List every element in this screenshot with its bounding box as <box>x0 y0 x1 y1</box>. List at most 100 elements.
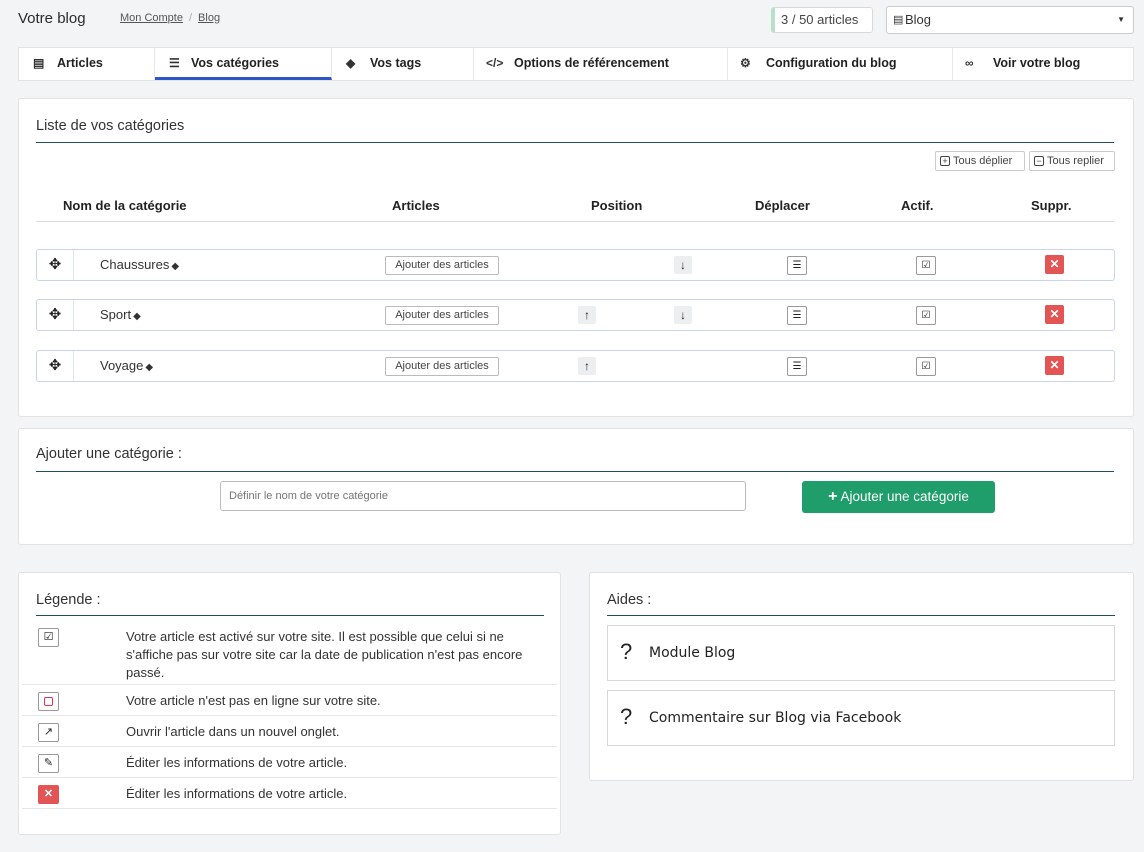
checkbox-empty-icon <box>38 692 59 711</box>
column-header-articles: Articles <box>392 198 440 213</box>
code-icon: </> <box>486 56 504 70</box>
tags-icon: ◆ <box>346 56 356 70</box>
tab-label: Configuration du blog <box>766 56 897 70</box>
legend-item: ↗ Ouvrir l'article dans un nouvel onglet… <box>22 716 557 747</box>
legend-text: Votre article n'est pas en ligne sur vot… <box>126 693 381 708</box>
question-icon: ? <box>620 639 633 664</box>
tab-label: Vos catégories <box>191 56 280 70</box>
tab-options-referencement[interactable]: </> Options de référencement <box>474 48 728 80</box>
add-articles-button[interactable]: Ajouter des articles <box>385 306 499 325</box>
help-item-label: Module Blog <box>649 645 736 661</box>
legend-text: Éditer les informations de votre article… <box>126 786 348 801</box>
column-header-name: Nom de la catégorie <box>63 198 187 213</box>
checkbox-checked-icon[interactable]: ☑ <box>916 357 936 376</box>
drag-handle-icon[interactable]: ✥ <box>37 300 74 330</box>
question-icon: ? <box>620 704 633 729</box>
delete-icon: ✕ <box>38 785 59 804</box>
divider <box>36 221 1114 222</box>
tab-articles[interactable]: ▤ Articles <box>19 48 155 80</box>
legend-item: ✎ Éditer les informations de votre artic… <box>22 747 557 778</box>
add-category-button-label: Ajouter une catégorie <box>840 489 969 504</box>
category-row: ✥ Chaussures ◆ Ajouter des articles ↓ ☰ ☑… <box>36 249 1115 281</box>
tag-icon: ◆ <box>133 311 141 322</box>
delete-icon[interactable]: ✕ <box>1045 356 1064 375</box>
move-up-icon[interactable]: ↑ <box>578 306 596 324</box>
page-title: Votre blog <box>18 10 86 27</box>
help-item-label: Commentaire sur Blog via Facebook <box>649 710 902 726</box>
breadcrumb: Mon Compte / Blog <box>120 12 221 24</box>
link-icon: ∞ <box>965 56 974 70</box>
legend-text: Éditer les informations de votre article… <box>126 755 348 770</box>
column-header-deplacer: Déplacer <box>755 198 810 213</box>
tab-label: Articles <box>57 56 103 70</box>
minus-square-icon: − <box>1034 156 1044 166</box>
blog-select-value: Blog <box>905 12 932 27</box>
category-row: ✥ Voyage ◆ Ajouter des articles ↑ ☰ ☑ ✕ <box>36 350 1115 382</box>
column-header-actif: Actif. <box>901 198 934 213</box>
legend-item: ☑ Votre article est activé sur votre sit… <box>22 622 557 685</box>
categories-card-title: Liste de vos catégories <box>36 118 185 134</box>
list-icon[interactable]: ☰ <box>787 357 807 376</box>
divider <box>36 142 1114 143</box>
add-articles-button[interactable]: Ajouter des articles <box>385 256 499 275</box>
tag-icon: ◆ <box>145 362 154 373</box>
header: Votre blog Mon Compte / Blog 3 / 50 articl… <box>0 0 1144 40</box>
category-name: Chaussures ◆ <box>100 257 180 272</box>
add-articles-button[interactable]: Ajouter des articles <box>385 357 499 376</box>
gear-icon: ⚙ <box>740 56 751 70</box>
divider <box>36 615 544 616</box>
checkbox-checked-icon: ☑ <box>38 628 59 647</box>
category-row: ✥ Sport ◆ Ajouter des articles ↑ ↓ ☰ ☑ ✕ <box>36 299 1115 331</box>
delete-icon[interactable]: ✕ <box>1045 255 1064 274</box>
tab-vos-tags[interactable]: ◆ Vos tags <box>332 48 474 80</box>
divider <box>36 471 1114 472</box>
breadcrumb-mon-compte[interactable]: Mon Compte <box>120 12 183 24</box>
add-category-title: Ajouter une catégorie : <box>36 446 182 462</box>
category-name-input[interactable] <box>220 481 746 511</box>
category-name: Sport ◆ <box>100 307 141 322</box>
tab-label: Vos tags <box>370 56 422 70</box>
list-icon: ☰ <box>169 56 180 70</box>
legend-item: Votre article n'est pas en ligne sur vot… <box>22 685 557 716</box>
newspaper-icon: ▤ <box>33 56 45 70</box>
tab-label: Options de référencement <box>514 56 669 70</box>
help-item-facebook-comments[interactable]: ? Commentaire sur Blog via Facebook <box>607 690 1115 746</box>
legend-title: Légende : <box>36 592 101 608</box>
move-down-icon[interactable]: ↓ <box>674 306 692 324</box>
legend-item: ✕ Éditer les informations de votre artic… <box>22 778 557 809</box>
article-count-badge: 3 / 50 articles <box>771 7 873 33</box>
help-item-module-blog[interactable]: ? Module Blog <box>607 625 1115 681</box>
move-down-icon[interactable]: ↓ <box>674 256 692 274</box>
caret-down-icon: ▼ <box>1117 15 1125 24</box>
drag-handle-icon[interactable]: ✥ <box>37 351 74 381</box>
blog-select[interactable]: ▤ Blog ▼ <box>886 6 1134 34</box>
tab-label: Voir votre blog <box>993 56 1081 70</box>
column-header-position: Position <box>591 198 643 213</box>
column-header-suppr: Suppr. <box>1031 198 1072 213</box>
list-icon[interactable]: ☰ <box>787 306 807 325</box>
breadcrumb-blog[interactable]: Blog <box>198 12 220 24</box>
expand-all-button[interactable]: + Tous déplier <box>935 151 1025 171</box>
external-link-icon: ↗ <box>38 723 59 742</box>
move-up-icon[interactable]: ↑ <box>578 357 596 375</box>
divider <box>607 615 1115 616</box>
collapse-all-label: Tous replier <box>1047 155 1104 167</box>
aides-title: Aides : <box>607 592 652 608</box>
expand-all-label: Tous déplier <box>953 155 1013 167</box>
newspaper-icon: ▤ <box>893 14 904 26</box>
checkbox-checked-icon[interactable]: ☑ <box>916 256 936 275</box>
checkbox-checked-icon[interactable]: ☑ <box>916 306 936 325</box>
legend-text: Ouvrir l'article dans un nouvel onglet. <box>126 724 340 739</box>
plus-square-icon: + <box>940 156 950 166</box>
add-category-button[interactable]: + Ajouter une catégorie <box>802 481 995 513</box>
tab-bar: ▤ Articles ☰ Vos catégories ◆ Vos tags <… <box>18 47 1134 81</box>
list-icon[interactable]: ☰ <box>787 256 807 275</box>
plus-icon: + <box>828 488 838 505</box>
tag-icon: ◆ <box>171 261 180 272</box>
collapse-all-button[interactable]: − Tous replier <box>1029 151 1115 171</box>
tab-voir-blog[interactable]: ∞ Voir votre blog <box>953 48 1133 80</box>
tab-configuration-blog[interactable]: ⚙ Configuration du blog <box>728 48 953 80</box>
drag-handle-icon[interactable]: ✥ <box>37 250 74 280</box>
delete-icon[interactable]: ✕ <box>1045 305 1064 324</box>
tab-vos-categories[interactable]: ☰ Vos catégories <box>155 48 332 80</box>
